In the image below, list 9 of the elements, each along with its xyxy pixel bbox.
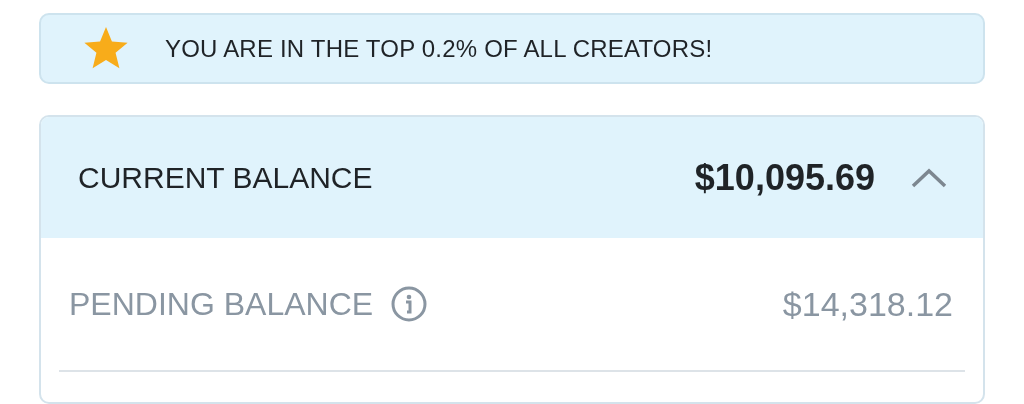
balance-label: CURRENT BALANCE: [78, 160, 374, 195]
pending-label: PENDING BALANCE: [69, 285, 374, 323]
info-icon[interactable]: [391, 286, 428, 323]
banner-text: YOU ARE IN THE TOP 0.2% OF ALL CREATORS!: [165, 34, 713, 63]
balance-header[interactable]: CURRENT BALANCE $10,095.69: [41, 117, 983, 239]
chevron-up-icon[interactable]: [911, 166, 947, 189]
balance-amount: $10,095.69: [694, 156, 875, 199]
star-icon: [83, 26, 129, 71]
pending-amount: $14,318.12: [782, 284, 953, 324]
